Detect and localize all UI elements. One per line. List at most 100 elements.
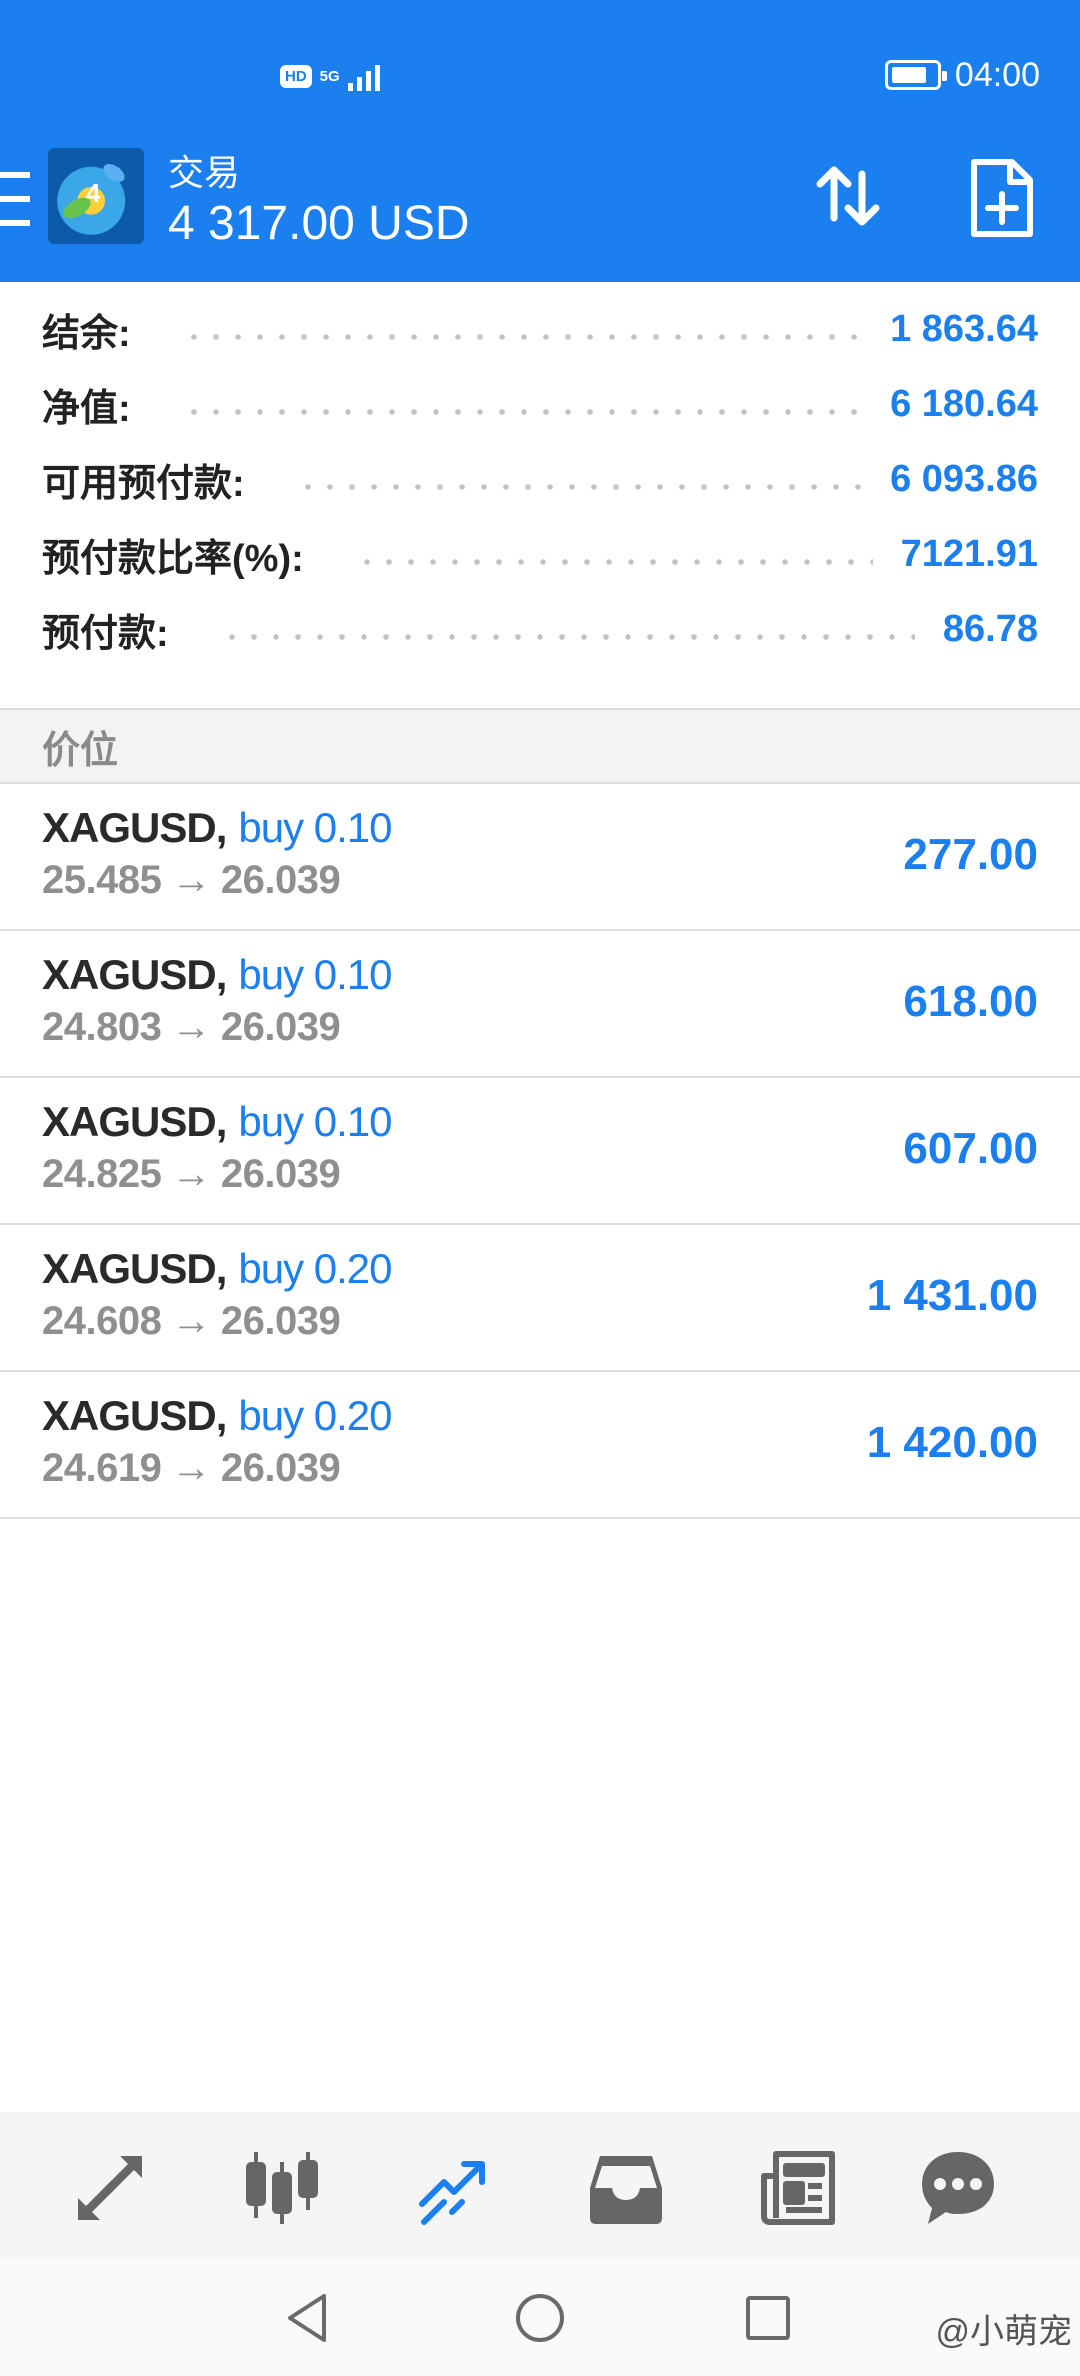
bottom-navigation — [0, 2112, 1080, 2258]
open-price: 24.619 — [42, 1446, 162, 1490]
dotted-leader — [220, 632, 915, 641]
dotted-leader — [355, 557, 873, 566]
header-balance: 4 317.00 USD — [168, 197, 470, 250]
nav-news[interactable] — [758, 2148, 838, 2228]
network-indicator: HD 5G — [280, 56, 380, 96]
home-icon — [516, 2294, 564, 2342]
trade-icon — [419, 2161, 485, 2225]
back-icon — [288, 2294, 326, 2342]
positions-list: XAGUSD, buy 0.10 25.485 → 26.039 277.00 XAG… — [0, 784, 1080, 1519]
arrow-right-icon: → — [171, 1005, 211, 1049]
recents-button[interactable] — [738, 2288, 798, 2348]
position-title: XAGUSD, buy 0.10 — [42, 1098, 393, 1145]
news-icon — [761, 2151, 835, 2225]
position-row[interactable]: XAGUSD, buy 0.10 24.825 → 26.039 607.00 — [0, 1078, 1080, 1225]
position-symbol: XAGUSD — [42, 1245, 217, 1292]
summary-value: 6 093.86 — [890, 458, 1038, 500]
position-prices: 25.485 → 26.039 — [42, 858, 341, 903]
position-type: buy 0.20 — [238, 1392, 392, 1439]
position-type: buy 0.10 — [238, 951, 392, 998]
position-symbol: XAGUSD — [42, 804, 217, 851]
summary-value: 1 863.64 — [890, 308, 1038, 350]
position-prices: 24.619 → 26.039 — [42, 1446, 341, 1491]
dotted-leader — [182, 407, 863, 416]
summary-label: 净值: — [42, 388, 131, 430]
status-right: 04:00 — [884, 50, 1040, 100]
signal-icon — [347, 61, 380, 91]
nav-chat[interactable] — [918, 2148, 998, 2228]
open-price: 24.825 — [42, 1152, 162, 1196]
account-summary: 结余: 1 863.64 净值: 6 180.64 可用预付款: 6 093.8… — [0, 282, 1080, 708]
sort-button[interactable] — [808, 156, 888, 236]
current-price: 26.039 — [220, 1152, 341, 1196]
menu-button[interactable] — [0, 172, 34, 226]
position-symbol: XAGUSD — [42, 951, 217, 998]
open-price: 25.485 — [42, 858, 162, 902]
position-profit: 1 420.00 — [866, 1418, 1038, 1467]
position-type: buy 0.20 — [238, 1245, 392, 1292]
position-profit: 1 431.00 — [866, 1271, 1038, 1320]
new-document-icon — [971, 159, 1033, 237]
page-title: 交易 — [168, 152, 241, 193]
current-price: 26.039 — [220, 858, 341, 902]
position-profit: 277.00 — [903, 830, 1038, 879]
status-bar: HD 5G 04:00 — [0, 0, 1080, 140]
chart-icon — [246, 2152, 318, 2224]
watermark: @小萌宠 — [935, 2313, 1072, 2351]
summary-row-free-margin: 可用预付款: 6 093.86 — [0, 442, 1080, 517]
position-prices: 24.825 → 26.039 — [42, 1152, 341, 1197]
chat-icon — [922, 2152, 994, 2224]
hd-badge: HD — [280, 64, 312, 88]
app-logo: 4 — [48, 148, 144, 244]
app-header: HD 5G 04:00 4 交易 4 317.00 USD — [0, 0, 1080, 282]
clock: 04:00 — [954, 55, 1040, 94]
position-row[interactable]: XAGUSD, buy 0.20 24.608 → 26.039 1 431.00 — [0, 1225, 1080, 1372]
summary-label: 可用预付款: — [42, 463, 245, 505]
menu-icon — [0, 172, 30, 178]
position-row[interactable]: XAGUSD, buy 0.20 24.619 → 26.039 1 420.00 — [0, 1372, 1080, 1519]
new-order-button[interactable] — [966, 156, 1038, 240]
position-title: XAGUSD, buy 0.20 — [42, 1392, 393, 1439]
nav-quotes[interactable] — [70, 2148, 150, 2228]
home-button[interactable] — [510, 2288, 570, 2348]
position-symbol: XAGUSD — [42, 1392, 217, 1439]
summary-value: 86.78 — [942, 608, 1038, 650]
arrow-right-icon: → — [171, 1152, 211, 1196]
back-button[interactable] — [280, 2288, 340, 2348]
section-title: 价位 — [42, 729, 119, 772]
arrow-right-icon: → — [171, 858, 211, 902]
recents-icon — [746, 2296, 790, 2340]
position-symbol: XAGUSD — [42, 1098, 217, 1145]
network-type: 5G — [319, 67, 340, 85]
position-row[interactable]: XAGUSD, buy 0.10 25.485 → 26.039 277.00 — [0, 784, 1080, 931]
open-price: 24.803 — [42, 1005, 162, 1049]
summary-row-margin: 预付款: 86.78 — [0, 592, 1080, 667]
position-title: XAGUSD, buy 0.10 — [42, 951, 393, 998]
summary-row-equity: 净值: 6 180.64 — [0, 367, 1080, 442]
position-profit: 607.00 — [903, 1124, 1038, 1173]
position-title: XAGUSD, buy 0.10 — [42, 804, 393, 851]
summary-label: 结余: — [42, 313, 131, 355]
history-icon — [590, 2156, 662, 2224]
position-type: buy 0.10 — [238, 804, 392, 851]
position-prices: 24.803 → 26.039 — [42, 1005, 341, 1050]
summary-label: 预付款: — [42, 613, 169, 655]
position-row[interactable]: XAGUSD, buy 0.10 24.803 → 26.039 618.00 — [0, 931, 1080, 1078]
position-profit: 618.00 — [903, 977, 1038, 1026]
open-price: 24.608 — [42, 1299, 162, 1343]
dotted-leader — [296, 482, 863, 491]
sort-arrows-icon — [816, 166, 880, 226]
positions-section-header: 价位 — [0, 708, 1080, 784]
summary-value: 7121.91 — [900, 533, 1038, 575]
nav-chart[interactable] — [242, 2148, 322, 2228]
arrow-right-icon: → — [171, 1299, 211, 1343]
position-type: buy 0.10 — [238, 1098, 392, 1145]
summary-label: 预付款比率(%): — [42, 538, 304, 580]
summary-value: 6 180.64 — [890, 383, 1038, 425]
current-price: 26.039 — [220, 1005, 341, 1049]
summary-row-margin-level: 预付款比率(%): 7121.91 — [0, 517, 1080, 592]
current-price: 26.039 — [220, 1446, 341, 1490]
quotes-icon — [78, 2156, 142, 2220]
nav-history[interactable] — [586, 2148, 666, 2228]
nav-trade[interactable] — [414, 2148, 494, 2228]
